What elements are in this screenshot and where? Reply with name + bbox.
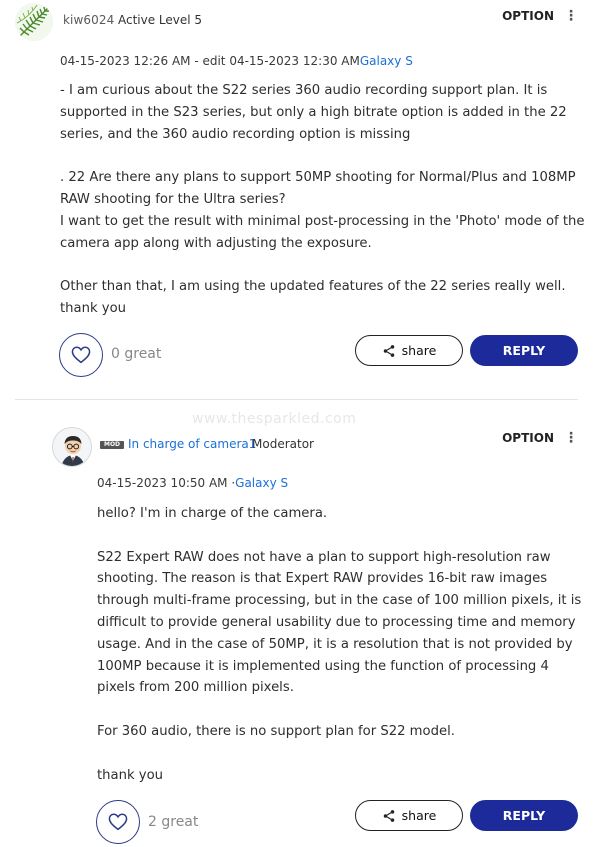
avatar-fern[interactable] — [15, 3, 53, 41]
like-button[interactable] — [96, 800, 140, 844]
moderator-badge: MOD — [100, 441, 124, 449]
author-name[interactable]: In charge of camera1 — [128, 437, 256, 451]
share-icon — [383, 344, 394, 357]
post-kiw6024: kiw6024 Active Level 5 OPTION ⋮ 04-15-20… — [0, 0, 606, 400]
like-count: 0 great — [111, 346, 162, 362]
author-rank: Active Level 5 — [118, 13, 203, 27]
share-button[interactable]: share — [355, 335, 463, 366]
board-link[interactable]: Galaxy S — [360, 54, 413, 68]
share-button[interactable]: share — [355, 800, 463, 831]
option-label: OPTION — [502, 9, 554, 23]
kebab-menu-icon: ⋮ — [564, 430, 578, 446]
post-paragraph: For 360 audio, there is no support plan … — [97, 723, 455, 739]
post-moderator: www.thesparkled.com MOD In charge of cam… — [0, 400, 606, 847]
author-rank: Moderator — [252, 437, 314, 451]
avatar-moderator[interactable] — [52, 427, 92, 467]
share-icon — [383, 809, 394, 822]
heart-icon — [108, 813, 128, 831]
option-label: OPTION — [502, 431, 554, 445]
post-paragraph: . 22 Are there any plans to support 50MP… — [60, 170, 585, 251]
reply-button[interactable]: REPLY — [470, 800, 578, 831]
fern-avatar-image — [15, 3, 53, 41]
post-paragraph: - I am curious about the S22 series 360 … — [60, 83, 567, 142]
post-date: 04-15-2023 12:26 AM - edit 04-15-2023 12… — [60, 54, 360, 68]
heart-icon — [71, 346, 91, 364]
post-date: 04-15-2023 10:50 AM · — [97, 476, 236, 490]
post-paragraph: thank you — [97, 767, 164, 783]
option-menu-button[interactable]: OPTION ⋮ — [502, 8, 578, 24]
post-paragraph: hello? I'm in charge of the camera. — [97, 506, 328, 521]
watermark: www.thesparkled.com — [192, 411, 357, 427]
share-label: share — [401, 343, 437, 358]
like-count: 2 great — [148, 814, 199, 830]
board-link[interactable]: Galaxy S — [235, 476, 288, 490]
reply-button[interactable]: REPLY — [470, 335, 578, 366]
author-name[interactable]: kiw6024 — [63, 13, 114, 27]
share-label: share — [401, 808, 437, 823]
post-meta: 04-15-2023 12:26 AM - edit 04-15-2023 12… — [60, 54, 413, 68]
moderator-avatar-image — [53, 428, 91, 466]
post-paragraph: S22 Expert RAW does not have a plan to s… — [97, 549, 582, 696]
like-button[interactable] — [59, 333, 103, 377]
post-body: hello? I'm in charge of the camera. S22 … — [97, 503, 587, 808]
post-paragraph: Other than that, I am using the updated … — [60, 279, 566, 316]
post-body: - I am curious about the S22 series 360 … — [60, 80, 590, 342]
option-menu-button[interactable]: OPTION ⋮ — [502, 430, 578, 446]
kebab-menu-icon: ⋮ — [564, 8, 578, 24]
post-meta: 04-15-2023 10:50 AM ·Galaxy S — [97, 476, 288, 490]
